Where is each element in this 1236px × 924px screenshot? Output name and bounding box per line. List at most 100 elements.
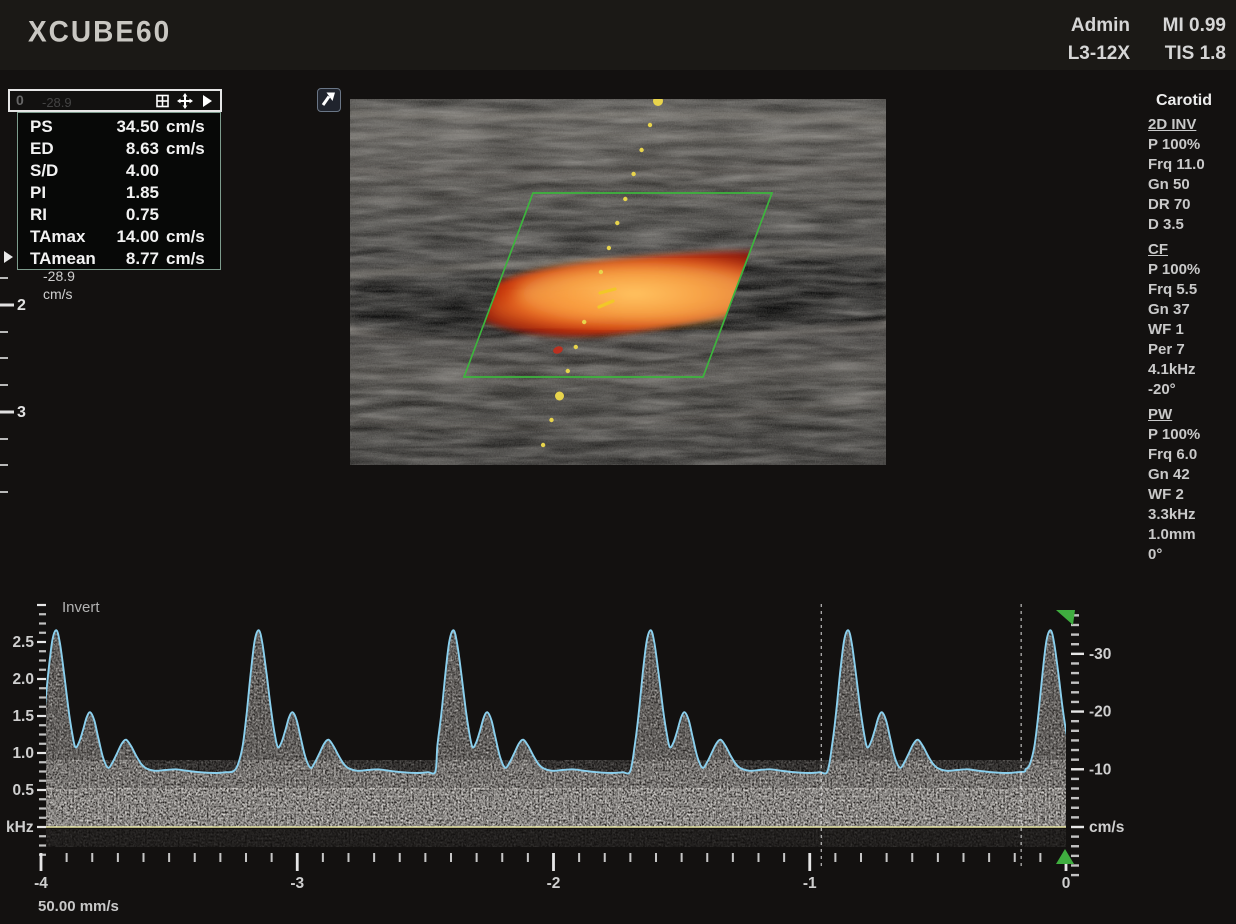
time-tick bbox=[40, 853, 43, 871]
time-tick bbox=[322, 853, 324, 862]
time-tick bbox=[168, 853, 170, 862]
scale-marker-bottom[interactable] bbox=[1056, 849, 1074, 864]
measurement-label: TAmax bbox=[30, 227, 110, 247]
depth-mark-3: 3 bbox=[17, 404, 26, 422]
mi-readout: MI 0.99 bbox=[1130, 12, 1226, 40]
cms-tick bbox=[1071, 749, 1079, 751]
measurement-row: ED 8.63 cm/s bbox=[18, 138, 220, 160]
sweep-speed: 50.00 mm/s bbox=[38, 898, 119, 915]
depth-minor-tick bbox=[0, 277, 8, 279]
measurement-unit: cm/s bbox=[166, 249, 210, 269]
color-scale-readout: -28.9 cm/s bbox=[43, 267, 75, 303]
measurement-label: TAmean bbox=[30, 249, 110, 269]
param-line: Frq 11.0 bbox=[1148, 155, 1232, 175]
focus-marker[interactable] bbox=[4, 251, 13, 263]
time-tick bbox=[1065, 853, 1068, 871]
time-tick bbox=[808, 853, 811, 871]
param-line: P 100% bbox=[1148, 425, 1232, 445]
spectrum-midband bbox=[46, 760, 1066, 790]
cms-tick bbox=[1071, 807, 1079, 809]
time-tick bbox=[886, 853, 888, 862]
measurement-unit: cm/s bbox=[166, 227, 210, 247]
depth-minor-tick bbox=[0, 464, 8, 466]
measurement-value: 8.77 bbox=[110, 249, 159, 269]
top-bar: XCUBE60 Admin MI 0.99 L3-12X TIS 1.8 bbox=[0, 0, 1236, 70]
khz-tick bbox=[39, 706, 46, 708]
khz-tick-label: 1.0 bbox=[12, 745, 34, 762]
time-tick bbox=[219, 853, 221, 862]
cursor-dot bbox=[631, 172, 635, 176]
measurement-value: 34.50 bbox=[110, 117, 159, 137]
khz-tick bbox=[37, 604, 46, 606]
spectrum-speckle bbox=[31, 630, 1227, 827]
cursor-dot bbox=[549, 418, 553, 422]
measurement-label: PS bbox=[30, 117, 110, 137]
cms-tick bbox=[1071, 633, 1079, 635]
bmode-image[interactable] bbox=[350, 99, 886, 465]
grid-icon[interactable] bbox=[155, 93, 171, 109]
param-line: P 100% bbox=[1148, 135, 1232, 155]
measurement-panel[interactable]: PS 34.50 cm/s ED 8.63 cm/s S/D 4.00 PI 1… bbox=[17, 112, 221, 270]
khz-tick bbox=[37, 715, 46, 717]
khz-tick bbox=[39, 669, 46, 671]
measurement-row: S/D 4.00 bbox=[18, 160, 220, 182]
time-tick-label: 0 bbox=[1062, 875, 1071, 892]
cms-tick bbox=[1071, 797, 1079, 799]
param-lines: P 100%Frq 6.0Gn 42WF 23.3kHz1.0mm0° bbox=[1148, 425, 1232, 565]
orientation-marker-button[interactable] bbox=[317, 88, 341, 112]
ultrasound-screen: XCUBE60 Admin MI 0.99 L3-12X TIS 1.8 0 -… bbox=[0, 0, 1236, 924]
time-tick bbox=[501, 853, 503, 862]
time-tick bbox=[245, 853, 247, 862]
khz-tick bbox=[39, 854, 46, 856]
envelope-trace bbox=[31, 630, 1227, 773]
time-tick bbox=[399, 853, 401, 862]
time-tick bbox=[732, 853, 734, 862]
cms-tick bbox=[1071, 672, 1079, 674]
khz-tick bbox=[39, 780, 46, 782]
cms-tick bbox=[1071, 768, 1084, 770]
khz-unit-label: kHz bbox=[6, 819, 34, 836]
scale-marker-top[interactable] bbox=[1056, 610, 1075, 625]
time-tick bbox=[604, 853, 606, 862]
spectrum-subbase-noise bbox=[46, 829, 1066, 847]
cms-tick bbox=[1071, 864, 1079, 866]
cms-unit-label: cm/s bbox=[1089, 819, 1124, 836]
time-tick bbox=[91, 853, 93, 862]
time-tick bbox=[783, 853, 785, 862]
khz-tick bbox=[39, 724, 46, 726]
measurement-label: S/D bbox=[30, 161, 110, 181]
cms-tick bbox=[1071, 624, 1079, 626]
play-icon[interactable] bbox=[199, 93, 215, 109]
time-tick bbox=[296, 853, 299, 871]
measurement-value: 1.85 bbox=[110, 183, 159, 203]
time-tick-label: -4 bbox=[34, 875, 48, 892]
time-tick-label: -1 bbox=[803, 875, 817, 892]
khz-tick bbox=[37, 678, 46, 680]
cms-tick bbox=[1071, 826, 1084, 828]
time-tick bbox=[373, 853, 375, 862]
cms-tick bbox=[1071, 739, 1079, 741]
cursor-dot bbox=[623, 197, 627, 201]
time-tick bbox=[758, 853, 760, 862]
move-icon[interactable] bbox=[177, 93, 193, 109]
cms-tick bbox=[1071, 682, 1079, 684]
measurement-value: 8.63 bbox=[110, 139, 159, 159]
depth-major-tick bbox=[0, 411, 14, 414]
cms-tick bbox=[1071, 653, 1084, 655]
param-group-title: 2D INV bbox=[1148, 115, 1232, 135]
cms-tick bbox=[1071, 730, 1079, 732]
param-line: -20° bbox=[1148, 380, 1232, 400]
probe-name: L3-12X bbox=[1030, 40, 1130, 68]
cms-tick bbox=[1071, 787, 1079, 789]
measurement-value: 0.75 bbox=[110, 205, 159, 225]
depth-mark-2: 2 bbox=[17, 297, 26, 315]
time-tick bbox=[476, 853, 478, 862]
param-line: 4.1kHz bbox=[1148, 360, 1232, 380]
param-group: CF P 100%Frq 5.5Gn 37WF 1Per 74.1kHz-20° bbox=[1148, 240, 1232, 400]
time-tick bbox=[450, 853, 452, 862]
invert-label: Invert bbox=[62, 599, 100, 616]
khz-tick bbox=[39, 844, 46, 846]
khz-tick-label: 0.5 bbox=[12, 782, 34, 799]
cms-tick bbox=[1071, 720, 1079, 722]
time-tick bbox=[655, 853, 657, 862]
